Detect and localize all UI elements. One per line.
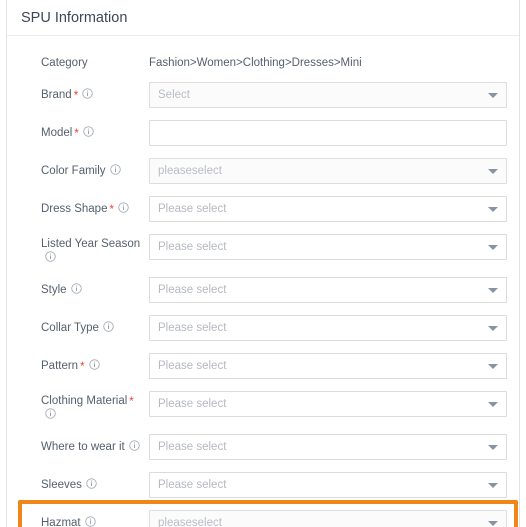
category-value: Fashion>Women>Clothing>Dresses>Mini — [149, 57, 362, 69]
chevron-down-icon[interactable] — [488, 521, 498, 526]
required-asterisk: * — [109, 204, 114, 216]
chevron-down-icon[interactable] — [488, 245, 498, 250]
info-circle-icon[interactable] — [84, 516, 96, 527]
chevron-down-icon[interactable] — [488, 93, 498, 98]
info-circle-icon[interactable] — [83, 126, 94, 137]
chevron-down-icon[interactable] — [488, 326, 498, 331]
info-circle-icon[interactable] — [129, 440, 140, 451]
field-brand: Select — [149, 82, 519, 108]
info-circle-icon[interactable] — [103, 321, 114, 332]
select-brand[interactable]: Select — [149, 82, 507, 108]
field-collar-type: Please select — [149, 315, 519, 341]
select-hazmat[interactable]: pleaseselect — [149, 510, 507, 527]
label-text: Where to wear it — [41, 441, 125, 453]
chevron-down-icon[interactable] — [488, 483, 498, 488]
label-text: Color Family — [41, 165, 106, 177]
label-where-to-wear-it: Where to wear it — [7, 434, 149, 454]
select-sleeves[interactable]: Please select — [149, 472, 507, 498]
field-category: Fashion>Women>Clothing>Dresses>Mini — [149, 50, 519, 76]
label-text: Clothing Material — [41, 395, 128, 407]
required-asterisk: * — [74, 128, 79, 140]
label-color-family: Color Family — [7, 158, 149, 178]
form-row-where-to-wear-it: Where to wear it Please select — [7, 428, 519, 466]
info-circle-icon[interactable] — [45, 251, 56, 262]
chevron-down-icon[interactable] — [488, 402, 498, 407]
select-style[interactable]: Please select — [149, 277, 507, 303]
chevron-down-icon[interactable] — [488, 288, 498, 293]
info-circle-icon[interactable] — [70, 283, 82, 294]
select-dress-shape[interactable]: Please select — [149, 196, 507, 222]
field-clothing-material: Please select — [149, 391, 519, 417]
select-collar-type[interactable]: Please select — [149, 315, 507, 341]
form-row-listed-year-season: Listed Year Season Please select — [7, 228, 519, 271]
info-circle-icon[interactable] — [86, 478, 97, 489]
form-row-color-family: Color Family pleaseselect — [7, 152, 519, 190]
label-style: Style — [7, 277, 149, 297]
label-sleeves: Sleeves — [7, 472, 149, 492]
field-style: Please select — [149, 277, 519, 303]
label-text: Brand — [41, 89, 72, 101]
form-row-brand: Brand * Select — [7, 76, 519, 114]
chevron-down-icon[interactable] — [488, 169, 498, 174]
select-clothing-material[interactable]: Please select — [149, 391, 507, 417]
label-text: Sleeves — [41, 479, 82, 491]
spu-form: Category Fashion>Women>Clothing>Dresses>M… — [7, 36, 519, 527]
form-row-sleeves: Sleeves Please select — [7, 466, 519, 504]
label-listed-year-season: Listed Year Season — [7, 234, 149, 265]
page-title: SPU Information — [7, 0, 519, 36]
form-row-dress-shape: Dress Shape * Please select — [7, 190, 519, 228]
chevron-down-icon[interactable] — [488, 364, 498, 369]
info-circle-icon[interactable] — [118, 202, 129, 213]
info-circle-icon[interactable] — [45, 408, 56, 419]
select-pattern[interactable]: Please select — [149, 353, 507, 379]
label-category: Category — [7, 50, 149, 76]
spu-information-page: SPU Information Category Fashion>Women>Cl… — [0, 0, 526, 527]
required-asterisk: * — [73, 90, 79, 102]
spu-information-panel: SPU Information Category Fashion>Women>Cl… — [6, 0, 520, 527]
label-text: Hazmat — [41, 517, 81, 527]
field-sleeves: Please select — [149, 472, 519, 498]
field-model — [149, 120, 519, 146]
field-pattern: Please select — [149, 353, 519, 379]
info-circle-icon[interactable] — [82, 88, 93, 99]
field-where-to-wear-it: Please select — [149, 434, 519, 460]
field-listed-year-season: Please select — [149, 234, 519, 260]
label-pattern: Pattern * — [7, 353, 149, 373]
label-text: Category — [41, 57, 88, 69]
field-hazmat: pleaseselect — [149, 510, 519, 527]
label-model: Model * — [7, 120, 149, 140]
chevron-down-icon[interactable] — [488, 445, 498, 450]
label-text: Dress Shape — [41, 203, 108, 215]
field-dress-shape: Please select — [149, 196, 519, 222]
form-row-clothing-material: Clothing Material * Please select — [7, 385, 519, 428]
required-asterisk: * — [129, 396, 134, 408]
label-dress-shape: Dress Shape * — [7, 196, 149, 216]
select-listed-year-season[interactable]: Please select — [149, 234, 507, 260]
form-row-pattern: Pattern * Please select — [7, 347, 519, 385]
text-input-model[interactable] — [149, 120, 507, 146]
form-row-category: Category Fashion>Women>Clothing>Dresses>M… — [7, 50, 519, 76]
label-text: Style — [41, 284, 67, 296]
info-circle-icon[interactable] — [109, 164, 121, 175]
label-text: Pattern — [41, 360, 79, 372]
form-row-collar-type: Collar Type Please select — [7, 309, 519, 347]
label-text: Collar Type — [41, 322, 99, 334]
form-row-style: Style Please select — [7, 271, 519, 309]
form-row-hazmat: Hazmat pleaseselect — [7, 504, 519, 527]
label-collar-type: Collar Type — [7, 315, 149, 335]
chevron-down-icon[interactable] — [488, 207, 498, 212]
label-clothing-material: Clothing Material * — [7, 391, 149, 422]
label-hazmat: Hazmat — [7, 510, 149, 527]
required-asterisk: * — [80, 361, 85, 373]
label-brand: Brand * — [7, 82, 149, 102]
select-where-to-wear-it[interactable]: Please select — [149, 434, 507, 460]
form-row-model: Model * — [7, 114, 519, 152]
label-text: Model — [41, 127, 73, 139]
label-text: Listed Year Season — [41, 238, 141, 250]
select-color-family[interactable]: pleaseselect — [149, 158, 507, 184]
field-color-family: pleaseselect — [149, 158, 519, 184]
info-circle-icon[interactable] — [88, 359, 100, 370]
